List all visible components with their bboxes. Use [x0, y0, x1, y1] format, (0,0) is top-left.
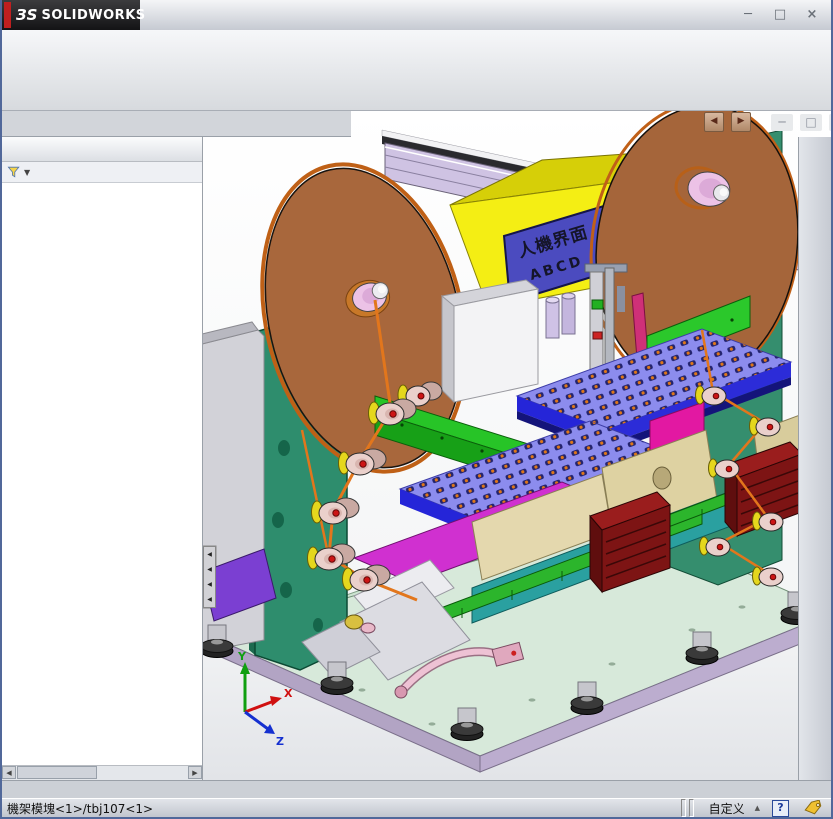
restore-button[interactable]: □	[769, 6, 791, 24]
command-manager-tabs	[2, 111, 351, 137]
pane-right-icon[interactable]: ▶	[731, 112, 751, 132]
minimize-button[interactable]: ─	[737, 6, 759, 24]
app-logo: ЗS SOLIDWORKS	[2, 0, 145, 30]
feature-tree	[2, 183, 202, 766]
search-icon[interactable]	[148, 5, 168, 25]
titlebar: ЗS SOLIDWORKS ─ □ ×	[2, 0, 831, 30]
solidworks-window: 人機界面 ABCD Y X Z ЗS SOLIDWORKS ─ □ × ◀ ▶ …	[0, 0, 833, 819]
filter-funnel-icon	[7, 166, 20, 178]
panel-tabs	[2, 137, 202, 162]
control-cabinet	[440, 279, 540, 404]
status-help-icon[interactable]: ?	[772, 799, 789, 817]
doc-close-button[interactable]: ×	[829, 113, 831, 131]
task-pane	[798, 137, 831, 780]
units-dropdown-icon[interactable]: ▲	[755, 804, 760, 812]
tree-horizontal-scrollbar[interactable]: ◀ ▶	[2, 765, 202, 780]
axis-x-label: X	[284, 687, 293, 700]
panel-splitter-handle[interactable]: ◀ ◀ ◀ ◀	[203, 546, 216, 608]
status-bar: 機架模塊<1>/tbj107<1> 自定义 ▲ ?	[2, 798, 831, 819]
scroll-right-icon[interactable]: ▶	[188, 766, 202, 779]
tag-icon[interactable]	[803, 800, 823, 816]
logo-text: SOLIDWORKS	[41, 7, 146, 23]
pane-left-icon[interactable]: ◀	[704, 112, 724, 132]
3d-viewport[interactable]: 人機界面 ABCD Y X Z	[202, 111, 833, 780]
logo-prefix: ЗS	[16, 6, 38, 24]
doc-minimize-button[interactable]: ─	[771, 113, 793, 131]
units-label[interactable]: 自定义	[709, 800, 745, 817]
command-manager	[2, 30, 831, 111]
status-message: 機架模塊<1>/tbj107<1>	[7, 801, 154, 816]
scroll-left-icon[interactable]: ◀	[2, 766, 16, 779]
filter-dropdown-icon[interactable]: ▼	[24, 168, 30, 177]
doc-restore-button[interactable]: □	[800, 113, 822, 131]
axis-y-label: Y	[237, 650, 247, 663]
document-window-controls: ◀ ▶ ─ □ ×	[704, 112, 831, 132]
window-controls: ─ □ ×	[737, 6, 823, 24]
scrollbar-thumb[interactable]	[17, 766, 97, 779]
axis-z-label: Z	[276, 735, 284, 748]
tree-filter[interactable]: ▼	[2, 162, 202, 183]
feature-manager-panel: ▼ ◀ ▶	[2, 137, 203, 780]
close-button[interactable]: ×	[801, 6, 823, 24]
logo-accent	[4, 2, 11, 28]
model-tabs-bar	[2, 780, 831, 798]
